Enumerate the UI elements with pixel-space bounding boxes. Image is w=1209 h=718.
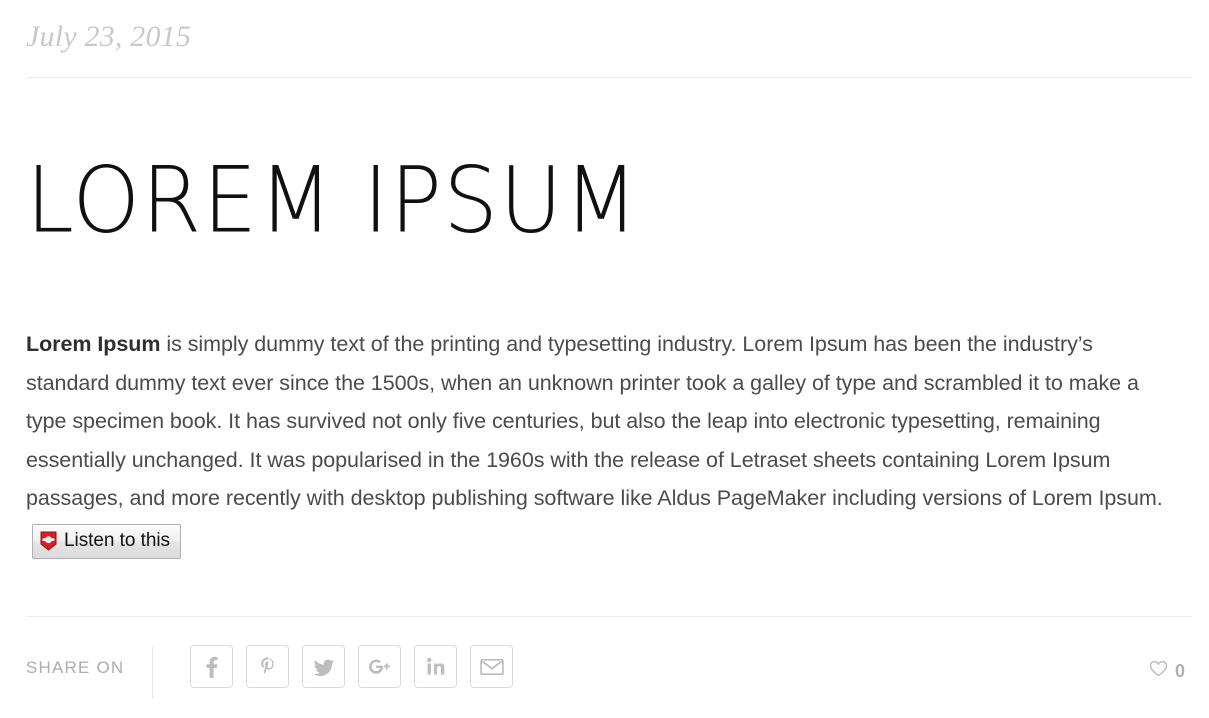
share-twitter-button[interactable] [302, 645, 345, 688]
social-share-list [190, 645, 513, 688]
share-pinterest-button[interactable] [246, 645, 289, 688]
article-body-lead: Lorem Ipsum [26, 332, 161, 356]
article-body-text: is simply dummy text of the printing and… [26, 332, 1163, 511]
article-body: Lorem Ipsum is simply dummy text of the … [26, 325, 1166, 559]
google-plus-icon [367, 656, 393, 678]
share-googleplus-button[interactable] [358, 645, 401, 688]
share-vertical-divider [152, 647, 153, 699]
page-title: LOREM IPSUM [26, 147, 640, 254]
twitter-icon [312, 655, 336, 679]
linkedin-icon [425, 656, 447, 678]
article-page: July 23, 2015 LOREM IPSUM Lorem Ipsum is… [0, 0, 1209, 718]
header-divider [27, 77, 1192, 78]
like-count: 0 [1174, 661, 1185, 681]
pinterest-icon [257, 655, 279, 679]
readspeaker-shield-icon [40, 531, 57, 551]
envelope-icon [479, 658, 504, 676]
heart-icon [1149, 660, 1168, 682]
share-facebook-button[interactable] [190, 645, 233, 688]
facebook-icon [201, 655, 223, 679]
listen-to-this-button[interactable]: Listen to this [32, 523, 181, 559]
listen-button-label: Listen to this [64, 529, 170, 551]
share-email-button[interactable] [470, 645, 513, 688]
share-linkedin-button[interactable] [414, 645, 457, 688]
share-footer: SHARE ON 0 [0, 616, 1209, 718]
post-date: July 23, 2015 [26, 20, 192, 53]
share-on-label: SHARE ON [26, 658, 125, 677]
like-counter[interactable]: 0 [1149, 660, 1185, 682]
